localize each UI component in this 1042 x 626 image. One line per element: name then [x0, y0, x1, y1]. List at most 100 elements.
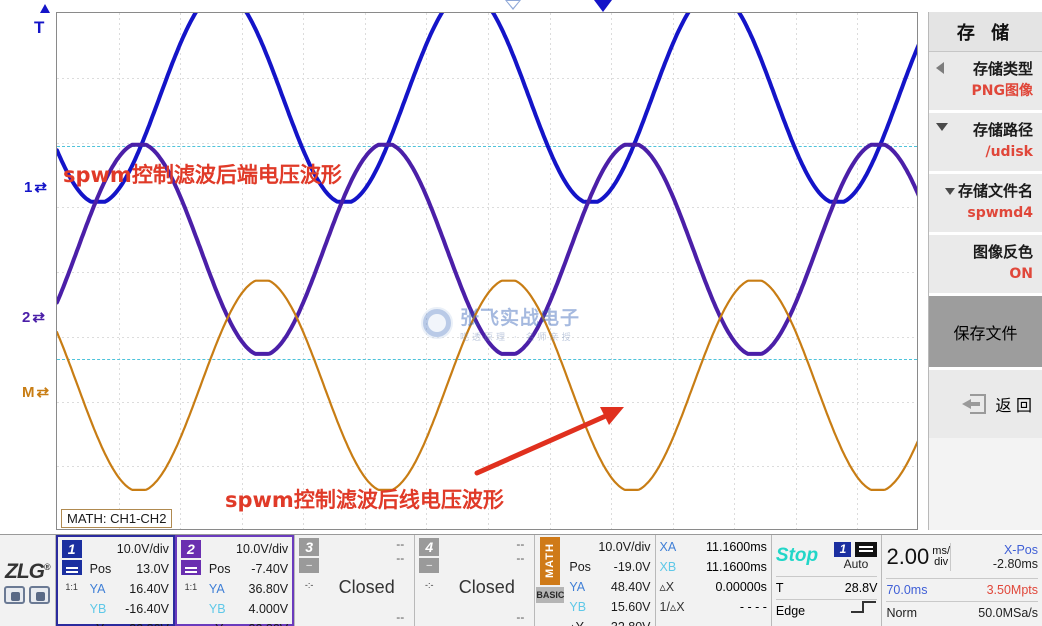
channel-1-coupling-icon[interactable] [61, 560, 82, 575]
channel-2-dy: 32.80V [249, 619, 289, 626]
channel-1-ya-label: YA [89, 582, 106, 596]
math-ya-row: YA 48.40V [565, 577, 650, 597]
chevron-down-icon [936, 123, 948, 131]
menu-item-filename-value: spwmd4 [967, 205, 1033, 221]
channel-3-panel[interactable]: 3 – -:- -- -- Closed -- [295, 535, 414, 626]
trigger-sweep-mode[interactable]: Auto [844, 557, 869, 571]
channel-2-ya: 36.80V [248, 582, 289, 596]
storage-menu-panel: 存 储 存储类型 PNG图像 存储路径 /udisk 存储文件名 spwmd4 … [928, 12, 1042, 530]
channel-4-panel[interactable]: 4 – -:- -- -- Closed -- [415, 535, 534, 626]
channel-4-dash: -- [516, 610, 525, 624]
sample-rate: 50.0MSa/s [978, 606, 1039, 620]
status-bar: ZLG® 1 1:1 10.0V/div Pos 13.0V YA 16.40V Y… [0, 534, 1042, 626]
menu-item-filename-text: 存储文件名 [957, 182, 1033, 200]
xpos-marker-hollow-icon[interactable] [505, 0, 521, 10]
touch-mode-icons[interactable] [4, 585, 51, 604]
math-channel-panel[interactable]: MATH BASIC 10.0V/div Pos -19.0V YA 48.40V … [535, 535, 654, 626]
menu-item-storage-type-value: PNG图像 [971, 83, 1033, 99]
channel-4-closed-label: Closed [458, 577, 515, 597]
trigger-position-marker-icon[interactable] [594, 0, 612, 12]
save-file-button[interactable]: 保存文件 [929, 296, 1042, 370]
math-badge[interactable]: MATH [540, 537, 561, 585]
rising-edge-icon [851, 601, 877, 613]
zlg-logo-text: ZLG® [5, 559, 51, 583]
channel-1-panel[interactable]: 1 1:1 10.0V/div Pos 13.0V YA 16.40V YB -16.… [55, 535, 175, 626]
trigger-type-row: Edge [775, 599, 878, 622]
math-dy: 32.80V [611, 617, 651, 626]
channel-2-pos-label: Pos [208, 562, 231, 576]
channel-3-badge[interactable]: 3 [299, 538, 320, 556]
menu-item-filename-label: 存储文件名 [938, 180, 1033, 202]
acquisition-state[interactable]: Stop [776, 545, 818, 567]
timebase-unit-bottom: div [934, 556, 949, 568]
math-pos: -19.0V [613, 560, 651, 574]
channel-2-ya-label: YA [208, 582, 225, 596]
cursor-xb-value: 11.1600ms [706, 560, 767, 574]
math-ya-label: YA [569, 580, 586, 594]
cursor-xb-row: XB 11.1600ms [660, 557, 767, 577]
channel-1-dy: 32.80V [129, 619, 169, 626]
menu-item-filename[interactable]: 存储文件名 spwmd4 [929, 174, 1042, 235]
channel-2-coupling-icon[interactable] [180, 560, 201, 575]
channel-2-ya-row: YA 36.80V [205, 579, 288, 599]
channel-4-probe-ratio: -:- [425, 580, 434, 590]
back-button[interactable]: 返 回 [929, 370, 1042, 438]
math-marker-label: M [22, 384, 35, 401]
channel-1-yb: -16.40V [125, 602, 169, 616]
channel-1-yb-row: YB -16.40V [86, 599, 169, 619]
ch1-marker-label: 1 [24, 179, 33, 196]
ch1-marker-arrow-icon: ⇄ [34, 179, 47, 196]
cursor-invdx-label: 1/▵X [659, 600, 685, 614]
menu-item-storage-type[interactable]: 存储类型 PNG图像 [929, 52, 1042, 113]
timebase-panel[interactable]: 2.00 ms/ div X-Pos -2.80ms 70.0ms 3.50Mpt… [882, 535, 1042, 626]
channel-3-probe-ratio: -:- [304, 580, 314, 590]
channel-1-probe-ratio: 1:1 [65, 582, 78, 592]
xpos-value[interactable]: -2.80ms [993, 557, 1038, 571]
math-dy-row: ▵Y 32.80V [565, 617, 650, 626]
ch2-marker-arrow-icon: ⇄ [32, 309, 45, 326]
math-marker-arrow-icon: ⇄ [36, 384, 50, 401]
ch2-ground-marker[interactable]: 2 ⇄ [22, 308, 45, 326]
channel-1-dy-row: ▵Y 32.80V [86, 619, 169, 626]
trigger-source-badge[interactable]: 1 [834, 541, 852, 557]
channel-4-coupling-icon[interactable]: – [419, 558, 440, 573]
timebase-unit: ms/ div [932, 546, 950, 568]
math-scale-row: 10.0V/div [565, 537, 650, 557]
channel-2-scale: 10.0V/div [236, 542, 289, 556]
math-yb: 15.60V [610, 600, 651, 614]
waveform-display[interactable]: spwm控制滤波后端电压波形 spwm控制滤波后线电压波形 MATH: CH1-… [56, 12, 918, 530]
trigger-level-arrow-icon [40, 4, 50, 13]
trigger-panel[interactable]: Stop 1 Auto T 28.8V Edge [772, 535, 882, 626]
touch-pointer-icon[interactable] [4, 585, 26, 604]
timebase-value[interactable]: 2.00 [886, 544, 929, 570]
back-arrow-icon [961, 394, 986, 414]
trigger-coupling-icon[interactable] [855, 541, 878, 557]
channel-2-panel[interactable]: 2 1:1 10.0V/div Pos -7.40V YA 36.80V YB 4.0… [174, 535, 295, 626]
ch1-ground-marker[interactable]: 1 ⇄ [24, 178, 47, 196]
channel-2-yb-label: YB [208, 602, 226, 616]
cursor-xa-row: XA 11.1600ms [660, 537, 767, 557]
channel-1-badge[interactable]: 1 [61, 540, 82, 558]
annotation-ch1-text: spwm控制滤波后端电压波形 [63, 163, 342, 187]
acquisition-mode: Norm [886, 606, 918, 620]
acquisition-row: Norm 50.0MSa/s [886, 601, 1039, 624]
channel-2-probe-ratio: 1:1 [184, 582, 198, 592]
channel-4-pos: -- [516, 551, 525, 565]
cursor-measurements-panel[interactable]: XA 11.1600ms XB 11.1600ms ▵X 0.00000s 1/▵X -… [656, 535, 771, 626]
math-yb-row: YB 15.60V [565, 597, 650, 617]
channel-3-closed-label: Closed [338, 577, 395, 597]
channel-4-badge[interactable]: 4 [419, 538, 440, 556]
math-pos-row: Pos -19.0V [565, 557, 650, 577]
channel-1-scale-row: 10.0V/div [86, 539, 169, 559]
trigger-level-label: T [775, 581, 784, 595]
math-ground-marker[interactable]: M ⇄ [22, 383, 49, 401]
touch-screen-icon[interactable] [29, 585, 51, 604]
menu-item-storage-path-value: /udisk [985, 144, 1033, 160]
ch2-marker-label: 2 [22, 309, 31, 326]
top-marker-strip [0, 0, 1042, 12]
menu-item-invert-label: 图像反色 [972, 243, 1033, 261]
channel-2-badge[interactable]: 2 [180, 540, 201, 558]
menu-item-invert[interactable]: 图像反色 ON [929, 235, 1042, 296]
channel-3-coupling-icon[interactable]: – [299, 558, 320, 573]
menu-item-storage-path[interactable]: 存储路径 /udisk [929, 113, 1042, 174]
